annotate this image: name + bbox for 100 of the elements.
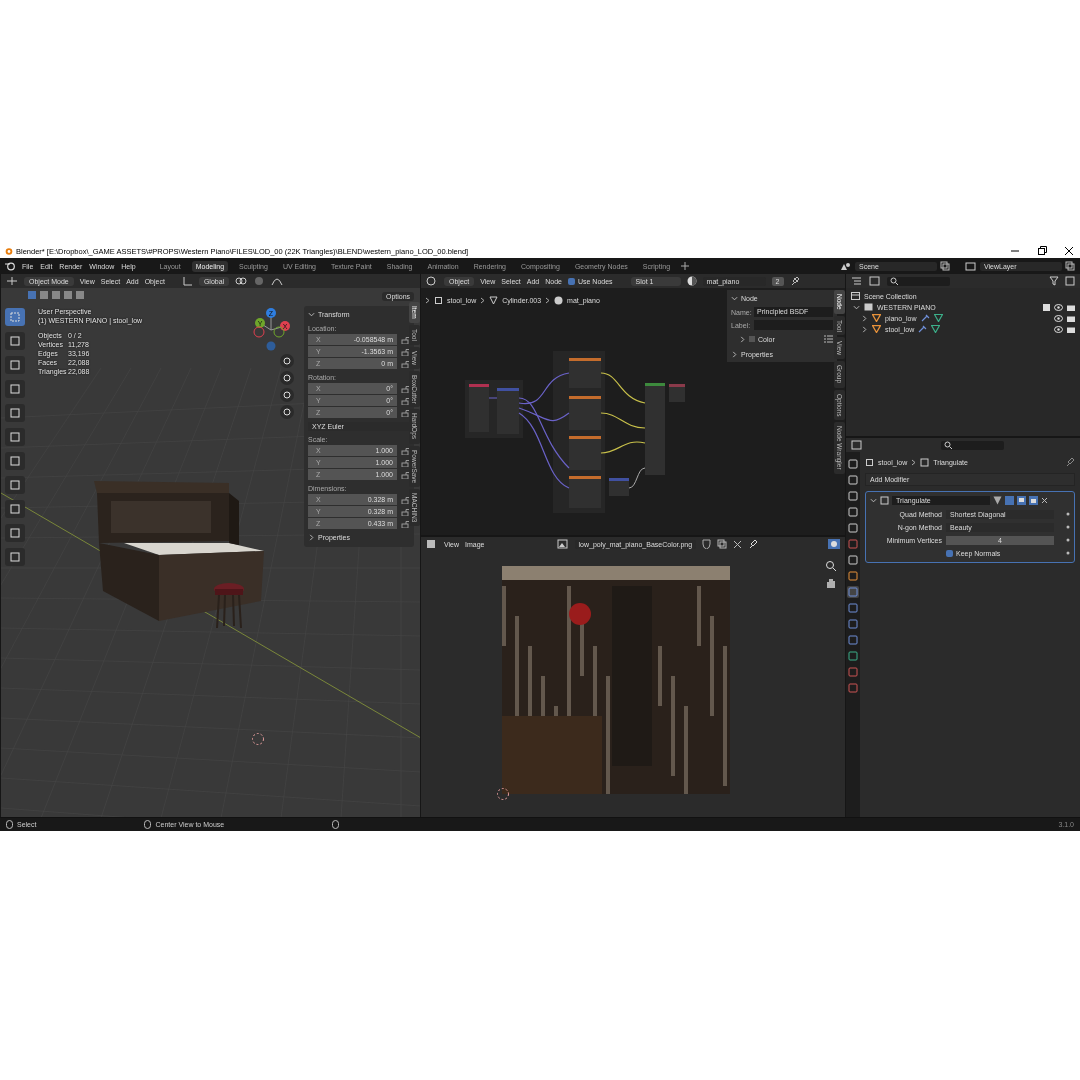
duplicate-icon[interactable]	[1065, 261, 1075, 271]
image-icon[interactable]	[556, 539, 569, 549]
lock-icon[interactable]	[401, 408, 410, 417]
editor-type-icon[interactable]	[851, 440, 863, 450]
orientation-icon[interactable]	[182, 276, 193, 286]
eye-icon[interactable]	[1054, 314, 1063, 322]
shader-node[interactable]	[497, 388, 519, 434]
duplicate-icon[interactable]	[717, 539, 728, 549]
lock-icon[interactable]	[401, 359, 410, 368]
tool-button[interactable]	[5, 356, 25, 374]
property-tab-icon[interactable]	[847, 538, 859, 550]
shader-node[interactable]	[645, 383, 665, 475]
search-field[interactable]	[940, 440, 1004, 450]
eye-icon[interactable]	[1054, 325, 1063, 333]
shader-node[interactable]	[569, 358, 601, 388]
tool-button[interactable]	[5, 380, 25, 398]
lock-icon[interactable]	[401, 396, 410, 405]
disclosure-caret-icon[interactable]	[861, 314, 868, 322]
keyframe-dot-icon[interactable]	[1066, 551, 1070, 555]
disclosure-caret-icon[interactable]	[731, 294, 738, 302]
node-frame[interactable]	[465, 380, 523, 438]
shader-node[interactable]	[569, 476, 601, 508]
lock-icon[interactable]	[401, 519, 410, 528]
property-tab-icon[interactable]	[847, 522, 859, 534]
disclosure-caret-icon[interactable]	[308, 533, 315, 541]
scene-icon[interactable]	[840, 261, 852, 271]
close-icon[interactable]	[1064, 246, 1074, 256]
checkbox[interactable]	[567, 277, 575, 285]
tool-button[interactable]	[5, 452, 25, 470]
node-frame[interactable]	[553, 351, 605, 513]
disclosure-caret-icon[interactable]	[308, 310, 315, 318]
shader-node[interactable]	[569, 396, 601, 430]
lock-icon[interactable]	[401, 347, 410, 356]
list-icon[interactable]	[824, 335, 833, 343]
display-mode-icon[interactable]	[869, 276, 881, 286]
property-tab-icon[interactable]	[847, 570, 859, 582]
tool-button[interactable]	[5, 548, 25, 566]
disclosure-caret-icon[interactable]	[870, 496, 877, 504]
node-link[interactable]	[600, 372, 646, 404]
wrench-icon[interactable]	[918, 325, 928, 333]
disclosure-caret-icon[interactable]	[853, 303, 860, 311]
disclosure-caret-icon[interactable]	[739, 335, 746, 343]
material-sphere-icon[interactable]	[686, 276, 697, 286]
node-link[interactable]	[518, 407, 570, 422]
lock-icon[interactable]	[401, 470, 410, 479]
lock-icon[interactable]	[401, 335, 410, 344]
shader-node[interactable]	[669, 384, 685, 402]
editor-type-icon[interactable]	[6, 276, 18, 286]
link-icon[interactable]	[235, 276, 248, 286]
disclosure-caret-icon[interactable]	[861, 325, 868, 333]
node-link[interactable]	[518, 397, 570, 469]
editor-type-icon[interactable]	[426, 276, 438, 286]
property-tab-icon[interactable]	[847, 506, 859, 518]
proportional-icon[interactable]	[271, 276, 284, 286]
tool-button[interactable]	[5, 500, 25, 518]
property-tab-icon[interactable]	[847, 490, 859, 502]
overlay-icon[interactable]	[828, 539, 840, 549]
node-link[interactable]	[600, 441, 646, 454]
wrench-icon[interactable]	[920, 314, 930, 322]
duplicate-icon[interactable]	[940, 261, 950, 271]
checkbox-icon[interactable]	[1043, 303, 1050, 311]
shader-node[interactable]	[609, 478, 629, 496]
snap-icon[interactable]	[253, 276, 266, 286]
close-icon[interactable]	[733, 539, 743, 549]
add-icon[interactable]	[681, 262, 690, 270]
wrench-icon[interactable]	[847, 586, 859, 598]
viewport-display-icon[interactable]	[1017, 495, 1026, 505]
node-link[interactable]	[518, 412, 570, 489]
property-tab-icon[interactable]	[847, 650, 859, 662]
node-link[interactable]	[600, 412, 646, 429]
lock-icon[interactable]	[401, 507, 410, 516]
keyframe-dot-icon[interactable]	[1066, 525, 1070, 529]
tool-button[interactable]	[5, 404, 25, 422]
shader-node[interactable]	[569, 436, 601, 470]
tool-button[interactable]	[5, 476, 25, 494]
tool-button[interactable]	[5, 332, 25, 350]
lock-icon[interactable]	[401, 495, 410, 504]
keyframe-dot-icon[interactable]	[1066, 538, 1070, 542]
node-link[interactable]	[488, 397, 498, 399]
property-tab-icon[interactable]	[847, 474, 859, 486]
tool-button[interactable]	[5, 428, 25, 446]
color-toggle[interactable]	[749, 336, 755, 342]
search-field[interactable]	[887, 276, 950, 286]
app-logo-icon[interactable]	[5, 261, 15, 271]
edit-mode-icon[interactable]	[993, 495, 1002, 505]
tool-button[interactable]	[5, 308, 25, 326]
editor-type-icon[interactable]	[426, 539, 438, 549]
property-tab-icon[interactable]	[847, 602, 859, 614]
filter-icon[interactable]	[1049, 276, 1059, 286]
lock-icon[interactable]	[401, 446, 410, 455]
node-link[interactable]	[518, 372, 570, 405]
property-tab-icon[interactable]	[847, 554, 859, 566]
tool-button[interactable]	[5, 524, 25, 542]
layers-icon[interactable]	[965, 261, 977, 271]
property-tab-icon[interactable]	[847, 682, 859, 694]
node-link[interactable]	[628, 467, 646, 489]
property-tab-icon[interactable]	[847, 666, 859, 678]
eye-icon[interactable]	[1054, 303, 1063, 311]
close-icon[interactable]	[1041, 496, 1048, 504]
shader-node[interactable]	[469, 384, 489, 432]
